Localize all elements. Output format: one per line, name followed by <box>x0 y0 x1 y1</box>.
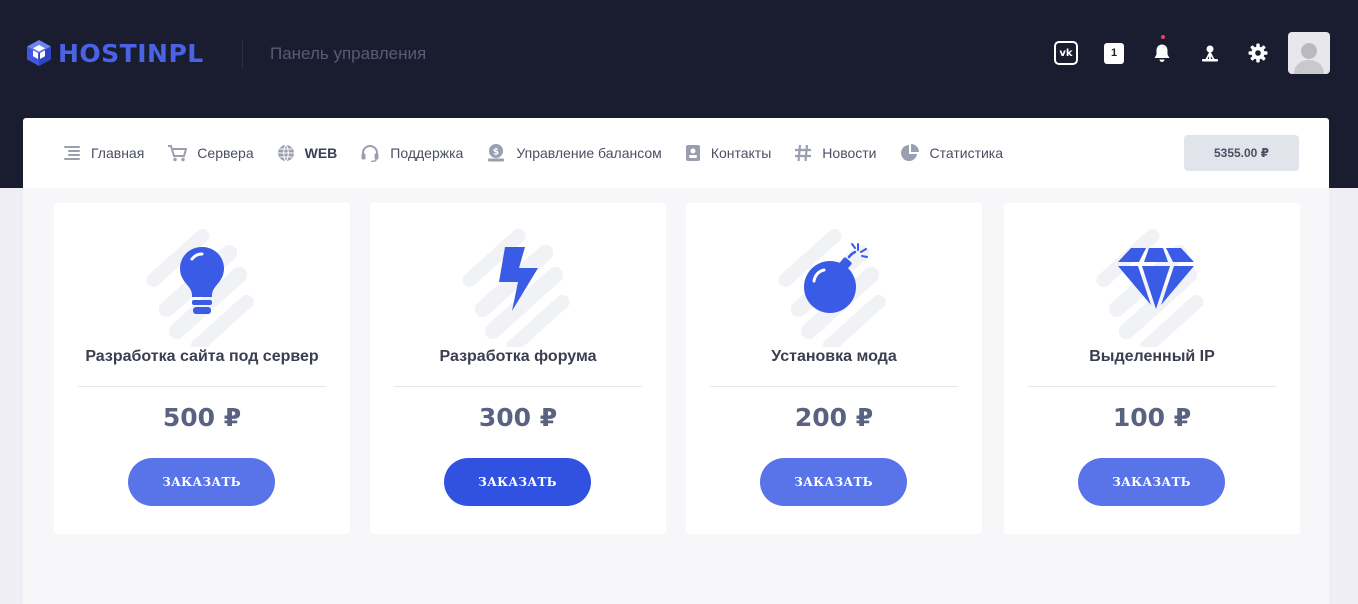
card-divider <box>1028 386 1276 387</box>
header-divider <box>242 41 243 69</box>
panel-title: Панель управления <box>270 44 427 63</box>
avatar[interactable] <box>1288 32 1330 74</box>
card-divider <box>394 386 642 387</box>
notification-dot <box>1161 35 1165 39</box>
money-icon: $ <box>488 144 505 162</box>
diamond-icon <box>1096 229 1204 347</box>
card-price: 100 ₽ <box>1112 403 1192 432</box>
pie-chart-icon <box>900 144 919 161</box>
service-card: Разработка сайта под сервер 500 ₽ ЗАКАЗА… <box>54 203 350 534</box>
nav-item-home[interactable]: Главная <box>63 145 144 161</box>
card-title: Разработка сайта под сервер <box>85 348 319 365</box>
gear-icon <box>1248 43 1268 63</box>
vk-icon: vk <box>1054 41 1078 65</box>
nav-item-servers[interactable]: Сервера <box>167 144 254 162</box>
nav-item-support[interactable]: Поддержка <box>360 144 463 162</box>
card-title: Выделенный IP <box>1089 348 1215 365</box>
card-divider <box>710 386 958 387</box>
card-price: 500 ₽ <box>162 403 242 432</box>
contact-icon <box>685 145 700 161</box>
order-button[interactable]: ЗАКАЗАТЬ <box>760 458 907 506</box>
card-price: 300 ₽ <box>478 403 558 432</box>
nav-item-statistics[interactable]: Статистика <box>900 143 1003 163</box>
hash-icon <box>795 144 812 162</box>
lightbulb-icon <box>146 229 254 347</box>
settings-button[interactable] <box>1234 32 1282 74</box>
cart-icon <box>168 145 188 162</box>
card-title: Разработка форума <box>439 348 597 365</box>
order-button[interactable]: ЗАКАЗАТЬ <box>444 458 591 506</box>
service-card: Разработка форума 300 ₽ ЗАКАЗАТЬ <box>370 203 666 534</box>
order-button[interactable]: ЗАКАЗАТЬ <box>128 458 275 506</box>
vk-button[interactable]: vk <box>1042 32 1090 74</box>
cube-logo-icon <box>27 40 51 66</box>
counter-button[interactable]: 1 <box>1090 32 1138 74</box>
svg-text:$: $ <box>493 148 499 158</box>
logo-text: HOSTINPL <box>58 38 204 68</box>
services-area: Разработка сайта под сервер 500 ₽ ЗАКАЗА… <box>23 188 1329 604</box>
service-card: Выделенный IP 100 ₽ ЗАКАЗАТЬ <box>1004 203 1300 534</box>
avatar-icon <box>1294 43 1324 74</box>
nav-item-contacts[interactable]: Контакты <box>685 144 771 162</box>
nav-item-web[interactable]: WEB <box>277 144 337 162</box>
globe-icon <box>277 144 294 162</box>
bell-icon <box>1154 44 1170 62</box>
notifications-button[interactable] <box>1138 32 1186 74</box>
list-icon <box>64 146 80 160</box>
card-price: 200 ₽ <box>794 403 874 432</box>
counter-badge: 1 <box>1104 42 1124 64</box>
order-button[interactable]: ЗАКАЗАТЬ <box>1078 458 1225 506</box>
network-icon <box>1202 45 1218 62</box>
card-divider <box>78 386 326 387</box>
network-button[interactable] <box>1186 32 1234 74</box>
header-actions: vk 1 <box>1042 32 1330 74</box>
bomb-icon <box>778 229 886 347</box>
service-card: Установка мода 200 ₽ ЗАКАЗАТЬ <box>686 203 982 534</box>
logo[interactable]: HOSTINPL <box>24 36 204 70</box>
balance-badge[interactable]: 5355.00 ₽ <box>1184 135 1299 171</box>
lightning-icon <box>462 229 570 347</box>
nav-item-news[interactable]: Новости <box>794 144 877 162</box>
main-nav: Главная Сервера WEB Поддержка $ Управлен… <box>23 118 1329 188</box>
card-title: Установка мода <box>771 348 897 365</box>
headset-icon <box>361 145 379 162</box>
nav-item-balance[interactable]: $ Управление балансом <box>486 143 662 163</box>
